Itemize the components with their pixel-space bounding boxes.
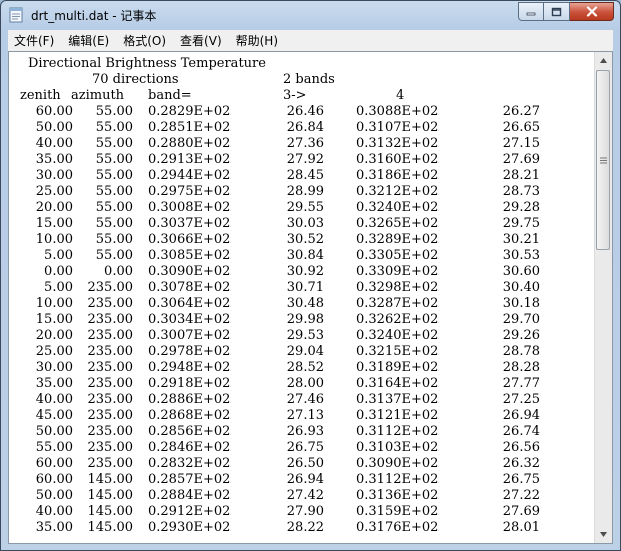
cell-band4-temp: 28.21 — [502, 168, 540, 183]
title-bar[interactable]: drt_multi.dat - 记事本 — [1, 1, 620, 29]
cell-band4-temp: 29.28 — [502, 200, 540, 215]
cell-band4-temp: 27.69 — [502, 152, 540, 167]
close-button[interactable] — [570, 2, 614, 21]
cell-band4-temp: 28.73 — [502, 184, 540, 199]
cell-band4-temp: 28.28 — [502, 360, 540, 375]
notepad-icon — [9, 7, 23, 23]
menu-bar: 文件(F) 编辑(E) 格式(O) 查看(V) 帮助(H) — [8, 30, 613, 51]
header-band-number: 4 — [396, 88, 405, 103]
header-band: band= — [148, 88, 192, 103]
header-arrow: 3-> — [283, 88, 307, 103]
cell-band4-temp: 30.21 — [502, 232, 540, 247]
scroll-down-button[interactable] — [595, 526, 612, 543]
cell-band4-temp: 29.26 — [502, 328, 540, 343]
cell-band4-temp: 28.01 — [502, 520, 540, 535]
editor-frame: Directional Brightness Temperature 70 di… — [8, 51, 613, 544]
grip-icon — [599, 157, 607, 163]
cell-band4-temp: 26.75 — [502, 472, 540, 487]
cell-band4-temp: 27.22 — [502, 488, 540, 503]
minimize-icon — [526, 12, 536, 15]
scroll-thumb[interactable] — [596, 70, 610, 250]
maximize-icon — [551, 7, 562, 16]
text-editor[interactable]: Directional Brightness Temperature 70 di… — [9, 52, 596, 543]
menu-format[interactable]: 格式(O) — [117, 32, 172, 49]
menu-help[interactable]: 帮助(H) — [230, 32, 284, 49]
window-controls — [518, 2, 614, 21]
menu-view[interactable]: 查看(V) — [174, 32, 228, 49]
cell-band4-temp: 28.78 — [502, 344, 540, 359]
header-directions: 70 directions — [92, 72, 179, 87]
maximize-button[interactable] — [544, 2, 570, 21]
cell-band4-temp: 30.18 — [502, 296, 540, 311]
header-line-title: Directional Brightness Temperature — [20, 56, 266, 72]
cell-band4-temp: 26.32 — [502, 456, 540, 471]
cell-band4-temp: 29.70 — [502, 312, 540, 327]
window-title: drt_multi.dat - 记事本 — [31, 9, 157, 23]
arrow-down-icon — [600, 532, 607, 537]
header-zenith: zenith — [20, 88, 61, 103]
cell-band4-temp: 30.53 — [502, 248, 540, 263]
cell-band4-temp: 26.56 — [502, 440, 540, 455]
cell-band4-temp: 30.40 — [502, 280, 540, 295]
header-azimuth: azimuth — [71, 88, 125, 103]
cell-band4-temp: 29.75 — [502, 216, 540, 231]
cell-band4-temp: 27.77 — [502, 376, 540, 391]
header-bands: 2 bands — [283, 72, 335, 87]
close-icon — [586, 6, 597, 17]
menu-file[interactable]: 文件(F) — [8, 32, 60, 49]
menu-edit[interactable]: 编辑(E) — [62, 32, 115, 49]
header-line-columns: zenith azimuth band= 3-> 4 — [20, 88, 404, 104]
cell-band4-temp: 27.25 — [502, 392, 540, 407]
vertical-scrollbar[interactable] — [594, 52, 612, 543]
cell-band4-temp: 27.15 — [502, 136, 540, 151]
cell-band4-temp: 26.94 — [502, 408, 540, 423]
cell-band4-temp: 26.27 — [502, 104, 540, 119]
arrow-up-icon — [600, 58, 607, 63]
cell-band4-temp: 30.60 — [502, 264, 540, 279]
header-line-counts: 70 directions 2 bands — [20, 72, 335, 88]
cell-band4-temp: 26.65 — [502, 120, 540, 135]
minimize-button[interactable] — [518, 2, 544, 21]
cell-band4-temp: 26.74 — [502, 424, 540, 439]
notepad-window: drt_multi.dat - 记事本 文件(F) 编辑(E) 格式(O) 查看… — [0, 0, 621, 551]
header-title: Directional Brightness Temperature — [28, 56, 266, 71]
scroll-up-button[interactable] — [595, 52, 612, 69]
cell-band4-temp: 27.69 — [502, 504, 540, 519]
